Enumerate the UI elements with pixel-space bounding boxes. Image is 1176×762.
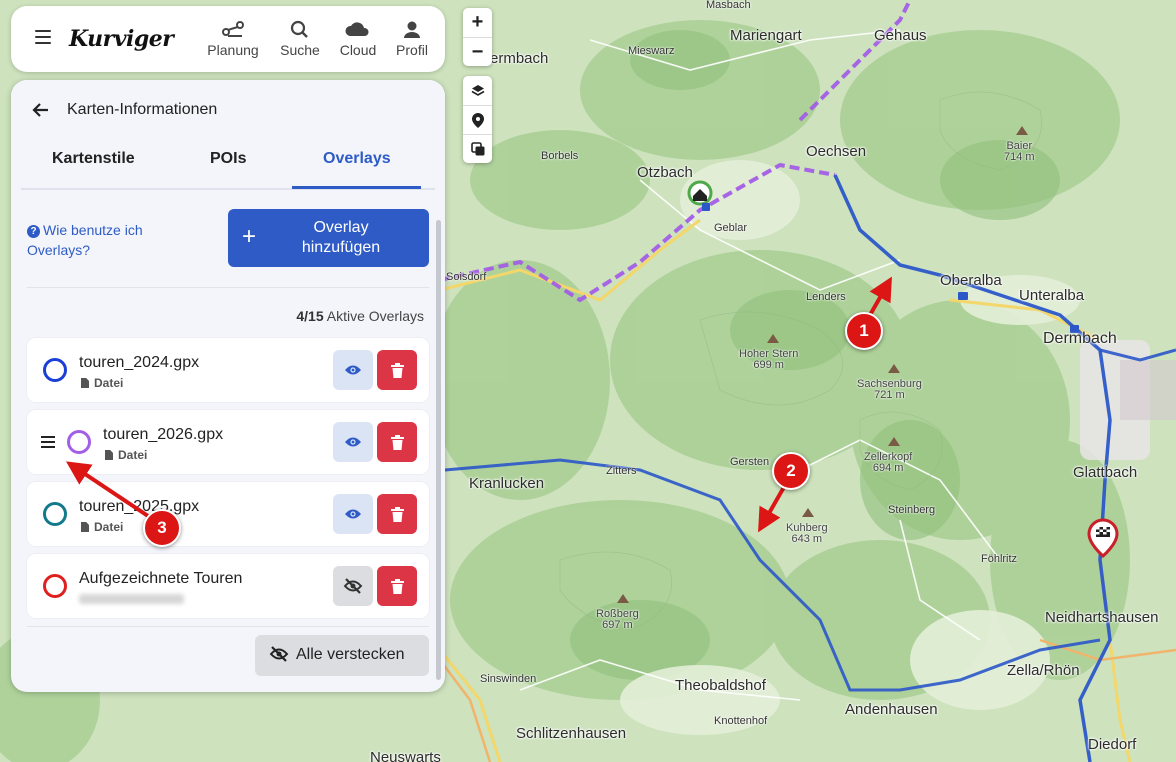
trash-icon (390, 434, 404, 450)
add-overlay-label: Overlay hinzufügen (301, 219, 381, 256)
panel-scrollbar[interactable] (436, 220, 441, 680)
trash-icon (390, 362, 404, 378)
overlay-color-ring-icon (67, 430, 91, 454)
overlay-color-ring-icon (43, 502, 67, 526)
overlay-card: Aufgezeichnete Touren (27, 554, 429, 618)
layers-button[interactable] (463, 76, 492, 105)
panel-header: Karten-Informationen Kartenstile POIs Ov… (11, 80, 445, 190)
active-overlay-count: 4/15 Aktive Overlays (296, 308, 424, 324)
overlay-name: touren_2025.gpx (79, 498, 200, 515)
annotation-badge-2: 2 (772, 452, 810, 490)
tab-pois[interactable]: POIs (210, 150, 246, 168)
trash-icon (390, 578, 404, 594)
question-icon: ? (27, 225, 40, 238)
file-icon (81, 378, 89, 388)
annotation-badge-3: 3 (143, 509, 181, 547)
eye-slash-icon (269, 646, 289, 662)
eye-icon (345, 509, 361, 519)
overlay-type-label: Datei (118, 448, 148, 462)
hamburger-menu-icon[interactable] (35, 30, 51, 44)
nav-cloud[interactable]: Cloud (336, 20, 380, 58)
divider (27, 287, 429, 288)
overlay-card: touren_2025.gpx Datei (27, 482, 429, 546)
active-count-suffix: Aktive Overlays (323, 308, 424, 324)
file-icon (81, 522, 89, 532)
overlay-color-ring-icon (43, 358, 67, 382)
overlay-stack-button[interactable] (463, 134, 492, 163)
pin-icon (471, 112, 484, 128)
active-tab-indicator (292, 186, 421, 189)
toggle-visibility-button[interactable] (333, 350, 373, 390)
overlay-type: Datei (81, 376, 123, 390)
nav-profil-label: Profil (396, 42, 428, 58)
trash-icon (390, 506, 404, 522)
delete-overlay-button[interactable] (377, 566, 417, 606)
layers-icon (471, 84, 484, 96)
toggle-visibility-button[interactable] (333, 422, 373, 462)
help-link-label: Wie benutze ich Overlays? (27, 222, 143, 258)
overlay-card: touren_2024.gpx Datei (27, 338, 429, 402)
overlay-name: Aufgezeichnete Touren (79, 570, 243, 587)
toggle-visibility-button[interactable] (333, 566, 373, 606)
delete-overlay-button[interactable] (377, 422, 417, 462)
divider (27, 626, 429, 627)
active-count-value: 4/15 (296, 308, 324, 324)
square-stack-icon (470, 142, 484, 156)
cloud-icon (345, 22, 369, 36)
hide-all-button[interactable]: Alle verstecken (255, 635, 429, 676)
eye-slash-icon (343, 578, 363, 594)
hide-all-label: Alle verstecken (296, 646, 405, 663)
nav-profil[interactable]: Profil (395, 20, 429, 58)
nav-cloud-label: Cloud (339, 42, 377, 58)
map-tool-controls (463, 76, 492, 163)
route-icon (222, 21, 244, 37)
overlay-name: touren_2024.gpx (79, 354, 200, 371)
overlay-type-label: Datei (94, 520, 124, 534)
overlay-color-ring-icon (43, 574, 67, 598)
nav-planung[interactable]: Planung (204, 20, 262, 58)
toggle-visibility-button[interactable] (333, 494, 373, 534)
zoom-out-button[interactable]: − (463, 37, 492, 66)
kurviger-logo[interactable]: Kurviger (69, 26, 174, 52)
delete-overlay-button[interactable] (377, 494, 417, 534)
blurred-subtitle (79, 594, 184, 604)
file-icon (105, 450, 113, 460)
eye-icon (345, 365, 361, 375)
help-link[interactable]: ? Wie benutze ich Overlays? (27, 220, 197, 260)
search-icon (290, 20, 308, 38)
tab-overlays[interactable]: Overlays (323, 150, 391, 168)
map-info-panel: Karten-Informationen Kartenstile POIs Ov… (11, 80, 445, 692)
eye-icon (345, 437, 361, 447)
delete-overlay-button[interactable] (377, 350, 417, 390)
nav-suche[interactable]: Suche (277, 20, 323, 58)
overlay-name: touren_2026.gpx (103, 426, 224, 443)
nav-suche-label: Suche (280, 42, 320, 58)
overlay-type-label: Datei (94, 376, 124, 390)
annotation-badge-1: 1 (845, 312, 883, 350)
overlay-type: Datei (105, 448, 147, 462)
zoom-in-button[interactable]: + (463, 8, 492, 37)
top-navigation-bar: Kurviger Planung Suche Cloud Profil (11, 6, 445, 72)
overlay-card: touren_2026.gpx Datei (27, 410, 429, 474)
back-arrow-icon[interactable] (31, 100, 51, 120)
drag-handle-icon[interactable] (41, 436, 55, 448)
overlay-type: Datei (81, 520, 123, 534)
person-icon (404, 21, 420, 38)
location-pin-button[interactable] (463, 105, 492, 134)
plus-icon: + (242, 223, 257, 250)
panel-title: Karten-Informationen (67, 101, 218, 118)
add-overlay-button[interactable]: + Overlay hinzufügen (228, 209, 429, 267)
nav-planung-label: Planung (207, 42, 259, 58)
tab-kartenstile[interactable]: Kartenstile (52, 150, 135, 168)
zoom-controls: + − (463, 8, 492, 66)
